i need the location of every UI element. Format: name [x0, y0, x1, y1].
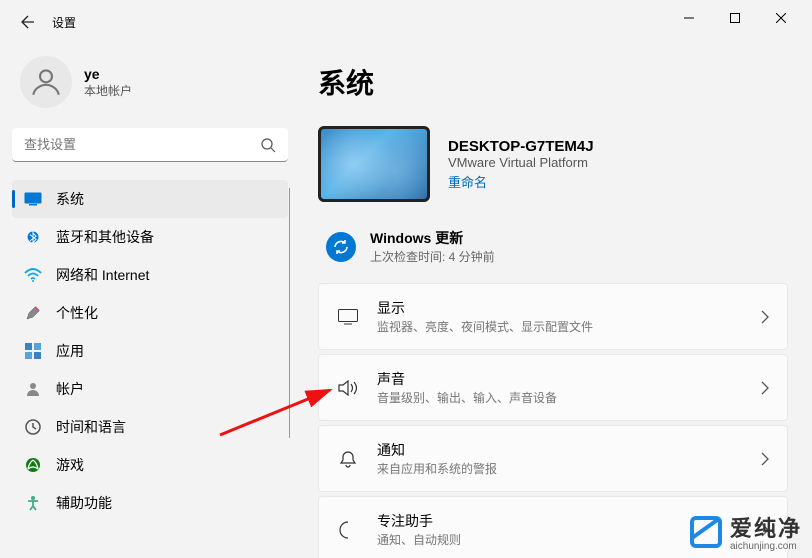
system-icon: [24, 190, 42, 208]
sound-icon: [337, 380, 359, 396]
device-name: DESKTOP-G7TEM4J: [448, 138, 594, 155]
card-subtitle: 音量级别、输出、输入、声音设备: [377, 389, 743, 406]
gaming-icon: [24, 456, 42, 474]
avatar: [20, 56, 72, 108]
watermark-text-en: aichunjing.com: [730, 541, 802, 552]
sidebar-item-gaming[interactable]: 游戏: [12, 446, 288, 484]
scrollbar-track[interactable]: [289, 188, 290, 438]
nav-label: 辅助功能: [56, 493, 112, 513]
sidebar-item-accessibility[interactable]: 辅助功能: [12, 484, 288, 522]
card-title: 显示: [377, 298, 743, 318]
search-box[interactable]: [12, 128, 288, 162]
network-icon: [24, 266, 42, 284]
close-button[interactable]: [758, 2, 804, 34]
focus-icon: [337, 521, 359, 539]
sidebar-item-personalize[interactable]: 个性化: [12, 294, 288, 332]
sidebar: ye 本地帐户 系统 蓝牙和其他设备 网络和 Internet: [0, 44, 300, 558]
device-block: DESKTOP-G7TEM4J VMware Virtual Platform …: [318, 126, 788, 202]
sidebar-item-apps[interactable]: 应用: [12, 332, 288, 370]
card-title: 声音: [377, 369, 743, 389]
update-title: Windows 更新: [370, 228, 495, 248]
user-name: ye: [84, 66, 132, 82]
notifications-icon: [337, 450, 359, 468]
sidebar-item-accounts[interactable]: 帐户: [12, 370, 288, 408]
apps-icon: [24, 342, 42, 360]
accounts-icon: [24, 380, 42, 398]
window-controls: [666, 10, 804, 34]
sidebar-item-network[interactable]: 网络和 Internet: [12, 256, 288, 294]
watermark-text-cn: 爱纯净: [730, 511, 802, 543]
back-arrow-icon: [20, 14, 36, 30]
close-icon: [776, 13, 786, 23]
bluetooth-icon: [24, 228, 42, 246]
maximize-icon: [730, 13, 740, 23]
nav-label: 系统: [56, 189, 84, 209]
personalize-icon: [24, 304, 42, 322]
time-icon: [24, 418, 42, 436]
sidebar-item-time[interactable]: 时间和语言: [12, 408, 288, 446]
page-title: 系统: [318, 62, 788, 102]
update-subtitle: 上次检查时间: 4 分钟前: [370, 248, 495, 265]
nav-label: 应用: [56, 341, 84, 361]
nav-label: 蓝牙和其他设备: [56, 227, 154, 247]
main-content: 系统 DESKTOP-G7TEM4J VMware Virtual Platfo…: [300, 44, 812, 558]
chevron-right-icon: [761, 452, 769, 466]
watermark: 爱纯净 aichunjing.com: [688, 511, 802, 552]
watermark-logo-icon: [688, 514, 724, 550]
minimize-icon: [684, 13, 694, 23]
user-block[interactable]: ye 本地帐户: [12, 44, 288, 128]
display-icon: [337, 309, 359, 325]
card-subtitle: 来自应用和系统的警报: [377, 460, 743, 477]
card-display[interactable]: 显示 监视器、亮度、夜间模式、显示配置文件: [318, 283, 788, 350]
windows-update-row[interactable]: Windows 更新 上次检查时间: 4 分钟前: [318, 220, 788, 283]
sidebar-item-system[interactable]: 系统: [12, 180, 288, 218]
update-icon: [326, 232, 356, 262]
card-notifications[interactable]: 通知 来自应用和系统的警报: [318, 425, 788, 492]
nav-label: 时间和语言: [56, 417, 126, 437]
titlebar: 设置: [0, 0, 812, 44]
nav-label: 网络和 Internet: [56, 265, 149, 285]
device-platform: VMware Virtual Platform: [448, 155, 594, 170]
back-button[interactable]: [8, 2, 48, 42]
app-title: 设置: [52, 14, 76, 31]
card-sound[interactable]: 声音 音量级别、输出、输入、声音设备: [318, 354, 788, 421]
user-type: 本地帐户: [84, 82, 132, 99]
nav-label: 帐户: [56, 379, 84, 399]
card-title: 通知: [377, 440, 743, 460]
accessibility-icon: [24, 494, 42, 512]
nav-label: 个性化: [56, 303, 98, 323]
search-input[interactable]: [24, 137, 260, 152]
chevron-right-icon: [761, 310, 769, 324]
nav-label: 游戏: [56, 455, 84, 475]
device-thumbnail: [318, 126, 430, 202]
rename-link[interactable]: 重命名: [448, 172, 594, 191]
nav-list: 系统 蓝牙和其他设备 网络和 Internet 个性化 应用 帐户: [12, 180, 288, 522]
maximize-button[interactable]: [712, 2, 758, 34]
sidebar-item-bluetooth[interactable]: 蓝牙和其他设备: [12, 218, 288, 256]
avatar-icon: [29, 65, 63, 99]
search-icon: [260, 137, 276, 153]
minimize-button[interactable]: [666, 2, 712, 34]
card-subtitle: 监视器、亮度、夜间模式、显示配置文件: [377, 318, 743, 335]
chevron-right-icon: [761, 381, 769, 395]
